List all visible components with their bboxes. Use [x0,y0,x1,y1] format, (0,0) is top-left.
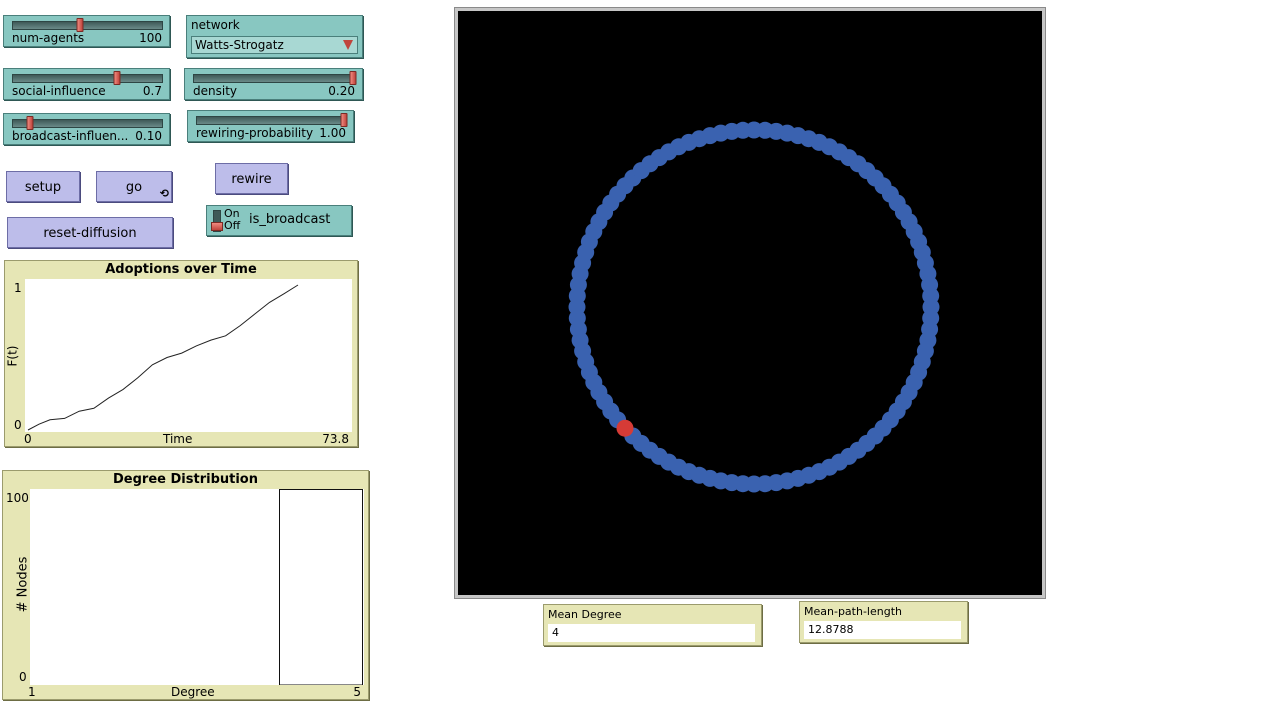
rewiring-probability-slider[interactable]: rewiring-probability 1.00 [187,110,354,142]
chooser-label: network [191,18,240,32]
x-max-label: 73.8 [322,432,349,446]
slider-track[interactable] [12,21,163,30]
num-agents-slider[interactable]: num-agents 100 [3,15,170,47]
plot-area [25,279,352,432]
broadcast-influence-slider[interactable]: broadcast-influen... 0.10 [3,113,170,145]
network-graph[interactable] [458,11,1042,595]
button-label: setup [24,180,62,195]
reset-diffusion-button[interactable]: reset-diffusion [7,217,173,248]
y-axis-label: F(t) [5,345,20,367]
slider-track[interactable] [12,119,163,128]
slider-value: 1.00 [319,126,346,140]
is-broadcast-switch[interactable]: On Off is_broadcast [206,205,352,236]
dropdown-arrow-icon[interactable] [343,40,353,50]
button-label: rewire [231,172,272,187]
forever-icon: ⟲ [159,187,169,200]
setup-button[interactable]: setup [6,171,80,202]
go-button[interactable]: go ⟲ [96,171,172,202]
monitor-label: Mean-path-length [804,605,902,618]
social-influence-slider[interactable]: social-influence 0.7 [3,68,170,100]
slider-value: 100 [139,31,162,45]
slider-track[interactable] [193,74,356,83]
x-min-label: 1 [28,685,36,699]
plot-area [30,489,364,685]
rewire-button[interactable]: rewire [215,163,288,194]
y-max-label: 1 [14,281,22,295]
adoptions-chart [27,284,299,431]
x-axis-label: Degree [171,685,215,699]
plot-title: Adoptions over Time [105,262,257,277]
mean-degree-monitor: Mean Degree 4 [543,604,762,646]
chooser-value: Watts-Strogatz [195,38,284,52]
slider-thumb[interactable] [113,71,120,85]
slider-track[interactable] [196,116,347,125]
network-select[interactable]: Watts-Strogatz [191,36,358,54]
plot-title: Degree Distribution [113,472,258,487]
y-axis-label: # Nodes [15,556,31,613]
switch-label: is_broadcast [249,212,331,227]
degree-distribution-plot: Degree Distribution 100 0 # Nodes 1 Degr… [2,470,369,700]
slider-label: density [193,84,237,98]
density-slider[interactable]: density 0.20 [184,68,363,100]
world-view-frame [454,7,1046,599]
adoption-series-line [27,284,299,431]
x-axis-label: Time [163,432,193,446]
mean-path-length-monitor: Mean-path-length 12.8788 [799,601,968,643]
monitor-value: 4 [548,624,755,642]
button-label: go [125,180,143,195]
x-max-label: 5 [353,685,361,699]
monitor-value: 12.8788 [804,621,961,639]
slider-label: num-agents [12,31,85,45]
degree-bar [279,489,363,685]
adopter-node[interactable] [616,419,634,437]
slider-value: 0.7 [142,84,162,98]
switch-off-label: Off [224,219,241,232]
y-max-label: 100 [6,491,29,505]
button-label: reset-diffusion [43,226,137,241]
network-chooser[interactable]: network Watts-Strogatz [186,15,363,58]
slider-label: rewiring-probability [196,126,314,140]
y-min-label: 0 [19,670,27,684]
slider-label: social-influence [12,84,106,98]
slider-thumb[interactable] [26,116,33,130]
adoptions-plot: Adoptions over Time 1 0 F(t) 0 Time 73.8 [4,260,358,447]
slider-thumb[interactable] [76,18,84,32]
y-min-label: 0 [14,418,22,432]
slider-track[interactable] [12,74,163,83]
world-view[interactable] [458,11,1042,595]
slider-value: 0.10 [135,129,162,143]
switch-thumb[interactable] [211,222,223,231]
x-min-label: 0 [24,432,32,446]
slider-value: 0.20 [328,84,355,98]
slider-label: broadcast-influen... [12,129,129,143]
slider-thumb[interactable] [340,113,348,127]
slider-thumb[interactable] [349,71,357,85]
agent-node[interactable] [734,121,752,139]
monitor-label: Mean Degree [548,608,622,621]
degree-chart [279,489,363,685]
